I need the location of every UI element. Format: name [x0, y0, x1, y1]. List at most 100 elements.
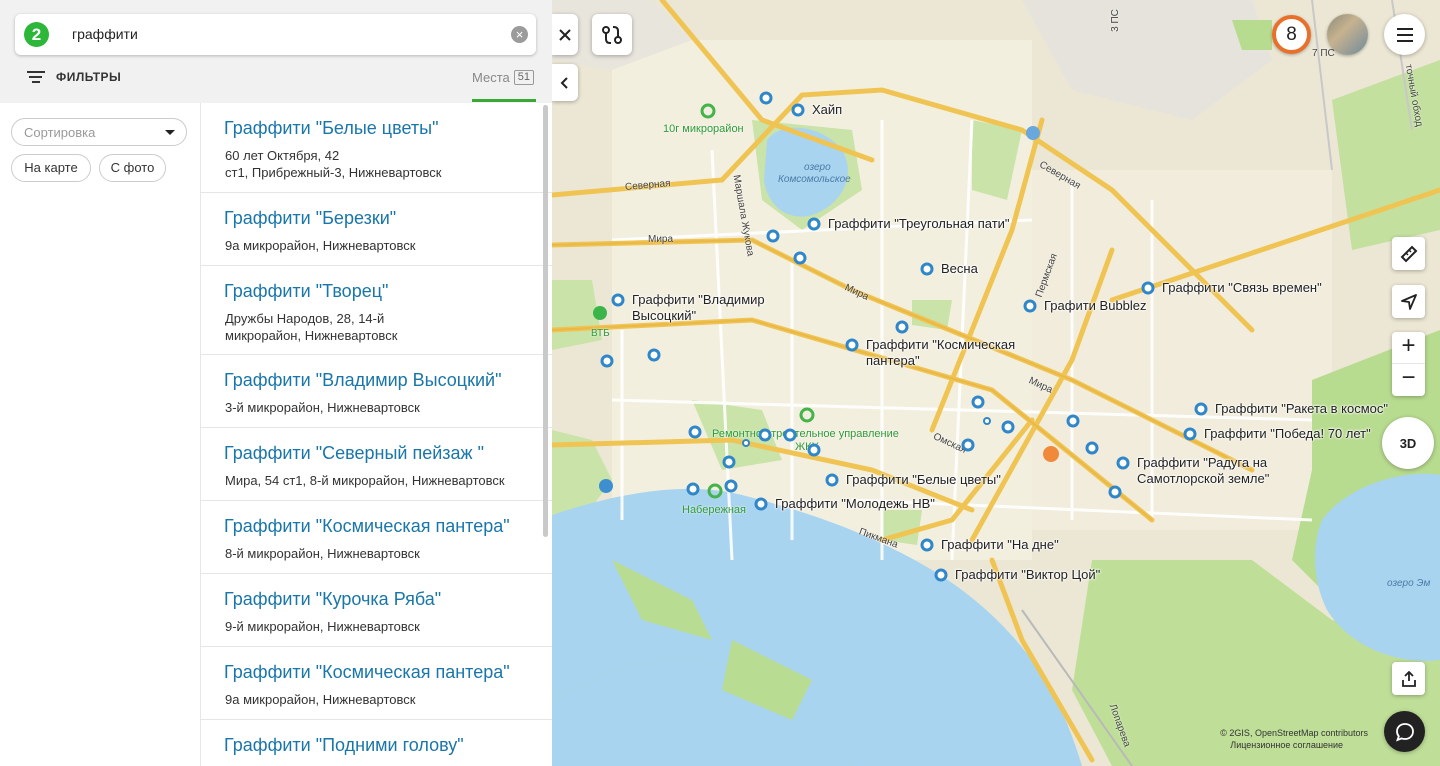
place-label-bottom[interactable]: Граффити "На дне" — [941, 537, 1059, 553]
notifications-badge[interactable]: 8 — [1272, 15, 1311, 54]
place-label-panther-2[interactable]: пантера" — [866, 353, 920, 369]
result-item[interactable]: Граффити "Курочка Ряба" 9-й микрорайон, … — [201, 574, 552, 647]
result-item[interactable]: Граффити "Белые цветы" 60 лет Октября, 4… — [201, 103, 552, 193]
place-label-rocket[interactable]: Граффити "Ракета в космос" — [1215, 401, 1388, 417]
place-marker[interactable] — [793, 251, 807, 265]
place-label-hype[interactable]: Хайп — [812, 102, 842, 118]
place-label-rainbow-2[interactable]: Самотлорской земле" — [1137, 471, 1269, 487]
place-marker-rainbow[interactable] — [1116, 456, 1130, 470]
sort-placeholder: Сортировка — [24, 125, 96, 140]
result-item[interactable]: Граффити "Космическая пантера" 8-й микро… — [201, 501, 552, 574]
place-marker-tsoi[interactable] — [934, 568, 948, 582]
place-marker[interactable] — [724, 479, 738, 493]
map-canvas[interactable]: 10г микрорайон озеро Комсомольское озеро… — [552, 0, 1440, 766]
place-marker-bubblez[interactable] — [1023, 299, 1037, 313]
mode-3d-button[interactable]: 3D — [1382, 417, 1434, 469]
result-item[interactable]: Граффити "Подними голову" — [201, 720, 552, 766]
result-title[interactable]: Граффити "Курочка Ряба" — [224, 589, 441, 610]
result-item[interactable]: Граффити "Березки" 9а микрорайон, Нижнев… — [201, 193, 552, 266]
result-item[interactable]: Граффити "Космическая пантера" 9а микрор… — [201, 647, 552, 720]
route-button[interactable] — [592, 14, 632, 55]
tab-places[interactable]: Места 51 — [472, 70, 534, 85]
place-marker[interactable] — [647, 348, 661, 362]
chat-button[interactable] — [1384, 711, 1425, 752]
2gis-logo[interactable]: 2 — [24, 22, 49, 47]
place-marker[interactable] — [1001, 420, 1015, 434]
place-marker[interactable] — [783, 428, 797, 442]
place-label-youth[interactable]: Граффити "Молодежь НВ" — [775, 496, 935, 512]
place-marker-bottom[interactable] — [920, 538, 934, 552]
close-panel-button[interactable] — [552, 14, 578, 55]
place-label-spring[interactable]: Весна — [941, 261, 978, 277]
place-marker[interactable] — [742, 439, 750, 447]
place-marker[interactable] — [688, 425, 702, 439]
collapse-panel-button[interactable] — [552, 64, 578, 101]
street-label: Мира — [648, 234, 674, 245]
place-label-white-flowers[interactable]: Граффити "Белые цветы" — [846, 472, 1001, 488]
place-marker-time-link[interactable] — [1141, 281, 1155, 295]
result-title[interactable]: Граффити "Подними голову" — [224, 735, 464, 756]
chat-icon — [1395, 722, 1414, 742]
place-marker[interactable] — [807, 443, 821, 457]
place-label-triangle[interactable]: Граффити "Треугольная пати" — [828, 216, 1010, 232]
result-title[interactable]: Граффити "Творец" — [224, 281, 388, 302]
place-marker[interactable] — [961, 438, 975, 452]
place-marker[interactable] — [722, 455, 736, 469]
ruler-button[interactable] — [1392, 237, 1425, 270]
place-marker[interactable] — [758, 428, 772, 442]
place-marker[interactable] — [983, 417, 991, 425]
place-label-vysotsky[interactable]: Граффити "Владимир — [632, 292, 765, 308]
result-title[interactable]: Граффити "Космическая пантера" — [224, 662, 510, 683]
place-marker-victory[interactable] — [1183, 427, 1197, 441]
results-scrollbar[interactable] — [543, 105, 548, 537]
locate-button[interactable] — [1392, 285, 1425, 318]
result-title[interactable]: Граффити "Белые цветы" — [224, 118, 438, 139]
license-link[interactable]: Лицензионное соглашение — [1220, 739, 1368, 751]
place-marker-spring[interactable] — [920, 262, 934, 276]
place-marker-youth[interactable] — [754, 497, 768, 511]
result-title[interactable]: Граффити "Северный пейзаж " — [224, 443, 484, 464]
chip-on-map[interactable]: На карте — [11, 154, 91, 182]
place-marker-vysotsky[interactable] — [611, 293, 625, 307]
place-label-time-link[interactable]: Граффити "Связь времен" — [1162, 280, 1322, 296]
place-label-victory[interactable]: Граффити "Победа! 70 лет" — [1204, 426, 1371, 442]
place-marker[interactable] — [1108, 485, 1122, 499]
place-label-vysotsky-2[interactable]: Высоцкий" — [632, 308, 696, 324]
zoom-in-button[interactable]: + — [1392, 332, 1425, 364]
place-marker[interactable] — [1085, 441, 1099, 455]
lake-east-label: озеро Эм — [1387, 578, 1431, 589]
search-input[interactable]: граффити — [72, 26, 138, 42]
place-marker[interactable] — [600, 354, 614, 368]
place-marker-hype[interactable] — [791, 103, 805, 117]
result-item[interactable]: Граффити "Владимир Высоцкий" 3-й микрора… — [201, 355, 552, 428]
place-marker-triangle[interactable] — [807, 217, 821, 231]
zoom-out-button[interactable]: − — [1392, 364, 1425, 396]
place-label-panther[interactable]: Граффити "Космическая — [866, 337, 1015, 353]
place-marker-panther[interactable] — [845, 338, 859, 352]
place-label-bubblez[interactable]: Графити Bubblez — [1044, 298, 1147, 314]
place-label-rainbow[interactable]: Граффити "Радуга на — [1137, 455, 1267, 471]
place-marker[interactable] — [759, 91, 773, 105]
place-marker[interactable] — [766, 229, 780, 243]
filters-button[interactable]: ФИЛЬТРЫ — [27, 70, 121, 84]
menu-button[interactable] — [1384, 14, 1425, 55]
result-item[interactable]: Граффити "Творец" Дружбы Народов, 28, 14… — [201, 266, 552, 355]
chip-with-photo[interactable]: С фото — [99, 154, 166, 182]
sort-select[interactable]: Сортировка — [11, 118, 187, 146]
place-marker-white-flowers[interactable] — [825, 473, 839, 487]
tab-places-label: Места — [472, 70, 510, 85]
avatar[interactable] — [1327, 14, 1368, 55]
place-marker[interactable] — [895, 320, 909, 334]
tab-places-count: 51 — [513, 70, 534, 85]
place-marker[interactable] — [971, 395, 985, 409]
result-item[interactable]: Граффити "Северный пейзаж " Мира, 54 ст1… — [201, 428, 552, 501]
place-marker[interactable] — [686, 482, 700, 496]
result-title[interactable]: Граффити "Березки" — [224, 208, 396, 229]
clear-search-button[interactable]: × — [511, 26, 528, 43]
place-marker[interactable] — [1066, 414, 1080, 428]
place-label-tsoi[interactable]: Граффити "Виктор Цой" — [955, 567, 1100, 583]
result-title[interactable]: Граффити "Владимир Высоцкий" — [224, 370, 501, 391]
result-title[interactable]: Граффити "Космическая пантера" — [224, 516, 510, 537]
place-marker-rocket[interactable] — [1194, 402, 1208, 416]
share-button[interactable] — [1392, 662, 1425, 695]
